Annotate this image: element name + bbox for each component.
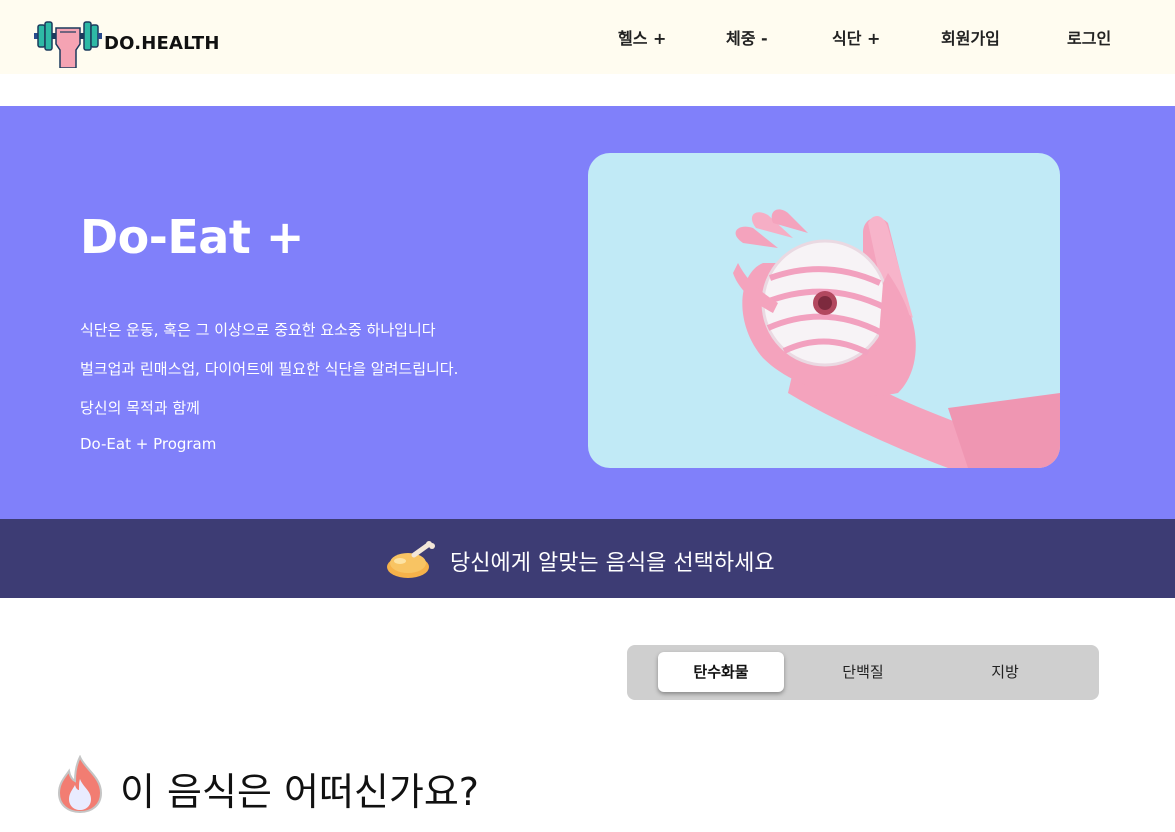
- hero-line: 식단은 운동, 혹은 그 이상으로 중요한 요소중 하나입니다: [80, 321, 436, 339]
- tab-fat[interactable]: 지방: [942, 652, 1068, 692]
- nav-login[interactable]: 로그인: [1067, 25, 1111, 49]
- tab-carbohydrate[interactable]: 탄수화물: [658, 652, 784, 692]
- logo[interactable]: DO.HEALTH: [34, 18, 220, 68]
- nutrient-tabs: 탄수화물 단백질 지방: [627, 645, 1099, 700]
- select-food-banner: 당신에게 알맞는 음식을 선택하세요: [0, 519, 1175, 598]
- banner-text: 당신에게 알맞는 음식을 선택하세요: [450, 551, 775, 576]
- donut-in-glove-image: [733, 209, 1060, 468]
- dumbbell-fist-icon: [34, 21, 102, 68]
- roast-chicken-icon: [387, 541, 435, 578]
- hero-line: 벌크업과 린매스업, 다이어트에 필요한 식단을 알려드립니다.: [80, 360, 459, 378]
- nav-health[interactable]: 헬스 +: [618, 25, 666, 49]
- tab-protein[interactable]: 단백질: [800, 652, 926, 692]
- hero-image: [588, 153, 1060, 468]
- hero-line: 당신의 목적과 함께: [80, 399, 200, 417]
- logo-text: DO.HEALTH: [104, 32, 220, 54]
- fire-icon: [57, 755, 103, 813]
- nav-diet[interactable]: 식단 +: [832, 25, 880, 49]
- nav-signup[interactable]: 회원가입: [941, 25, 1000, 49]
- hero-line: Do-Eat + Program: [80, 435, 217, 453]
- nav-weight[interactable]: 체중 -: [726, 25, 768, 49]
- hero-section: Do-Eat + 식단은 운동, 혹은 그 이상으로 중요한 요소중 하나입니다…: [0, 106, 1175, 519]
- hero-title: Do-Eat +: [80, 210, 304, 264]
- section-title: 이 음식은 어떠신가요?: [120, 770, 479, 814]
- header: DO.HEALTH 헬스 + 체중 - 식단 + 회원가입 로그인: [0, 0, 1175, 74]
